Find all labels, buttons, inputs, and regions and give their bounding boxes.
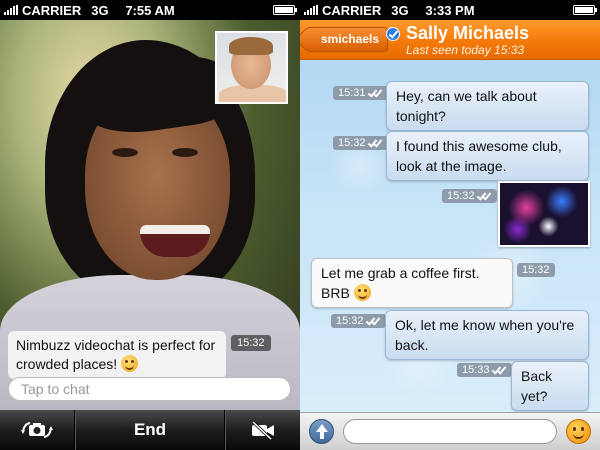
smiley-icon [353,284,371,301]
message-timestamp: 15:32 [517,263,555,277]
message-timestamp: 15:32 [231,335,271,351]
camera-rotate-icon [21,422,53,438]
back-button[interactable]: smichaels [306,27,389,52]
network-type: 3G [391,2,409,18]
message-timestamp: 15:32 [331,314,386,328]
message-text: Let me grab a coffee first. BRB [321,265,480,301]
outgoing-message[interactable]: Back yet? [511,361,589,411]
image-attachment[interactable] [498,181,590,247]
read-receipt-icon [369,89,383,97]
upload-arrow-icon[interactable] [309,419,334,444]
chat-header: smichaels Sally Michaels Last seen today… [300,20,600,60]
camera-off-icon [251,420,274,440]
message-input[interactable] [343,419,557,444]
read-receipt-icon [493,366,507,374]
carrier-name: CARRIER [322,2,382,18]
incoming-message[interactable]: Let me grab a coffee first. BRB [311,258,513,308]
outgoing-message[interactable]: Ok, let me know when you're back. [385,310,589,360]
online-status-icon [386,27,400,41]
read-receipt-icon [367,317,381,325]
signal-icon [304,5,318,15]
message-timestamp: 15:31 [333,86,388,100]
carrier-name: CARRIER [22,2,82,18]
smiley-icon[interactable] [566,419,591,444]
status-bar: CARRIER 3G 3:33 PM [300,0,600,20]
message-timestamp: 15:32 [442,189,497,203]
chat-input[interactable]: Tap to chat [8,377,291,401]
network-type: 3G [91,2,109,18]
status-bar: CARRIER 3G 7:55 AM [0,0,300,20]
message-text: Nimbuzz videochat is perfect for crowded… [16,337,216,372]
incoming-message-bubble: Nimbuzz videochat is perfect for crowded… [8,331,226,379]
outgoing-message[interactable]: I found this awesome club, look at the i… [386,131,589,181]
battery-icon [573,5,597,15]
battery-icon [273,5,297,15]
smiley-icon [121,355,139,372]
contact-name[interactable]: Sally Michaels [406,23,529,44]
message-timestamp: 15:33 [457,363,512,377]
end-call-button[interactable]: End [75,410,225,450]
read-receipt-icon [369,139,383,147]
camera-toggle-button[interactable] [225,410,300,450]
clock: 3:33 PM [425,2,475,18]
message-timestamp: 15:32 [333,136,388,150]
clock: 7:55 AM [125,2,175,18]
signal-icon [4,5,18,15]
back-button-label: smichaels [321,32,380,46]
self-video-preview[interactable] [215,31,288,104]
video-chat-screen: CARRIER 3G 7:55 AM Nimbuzz videochat is … [0,0,300,450]
outgoing-message[interactable]: Hey, can we talk about tonight? [386,81,589,131]
read-receipt-icon [478,192,492,200]
last-seen-status: Last seen today 15:33 [406,43,525,57]
message-input-bar [300,412,600,450]
call-control-bar: End [0,410,300,450]
switch-camera-button[interactable] [0,410,75,450]
